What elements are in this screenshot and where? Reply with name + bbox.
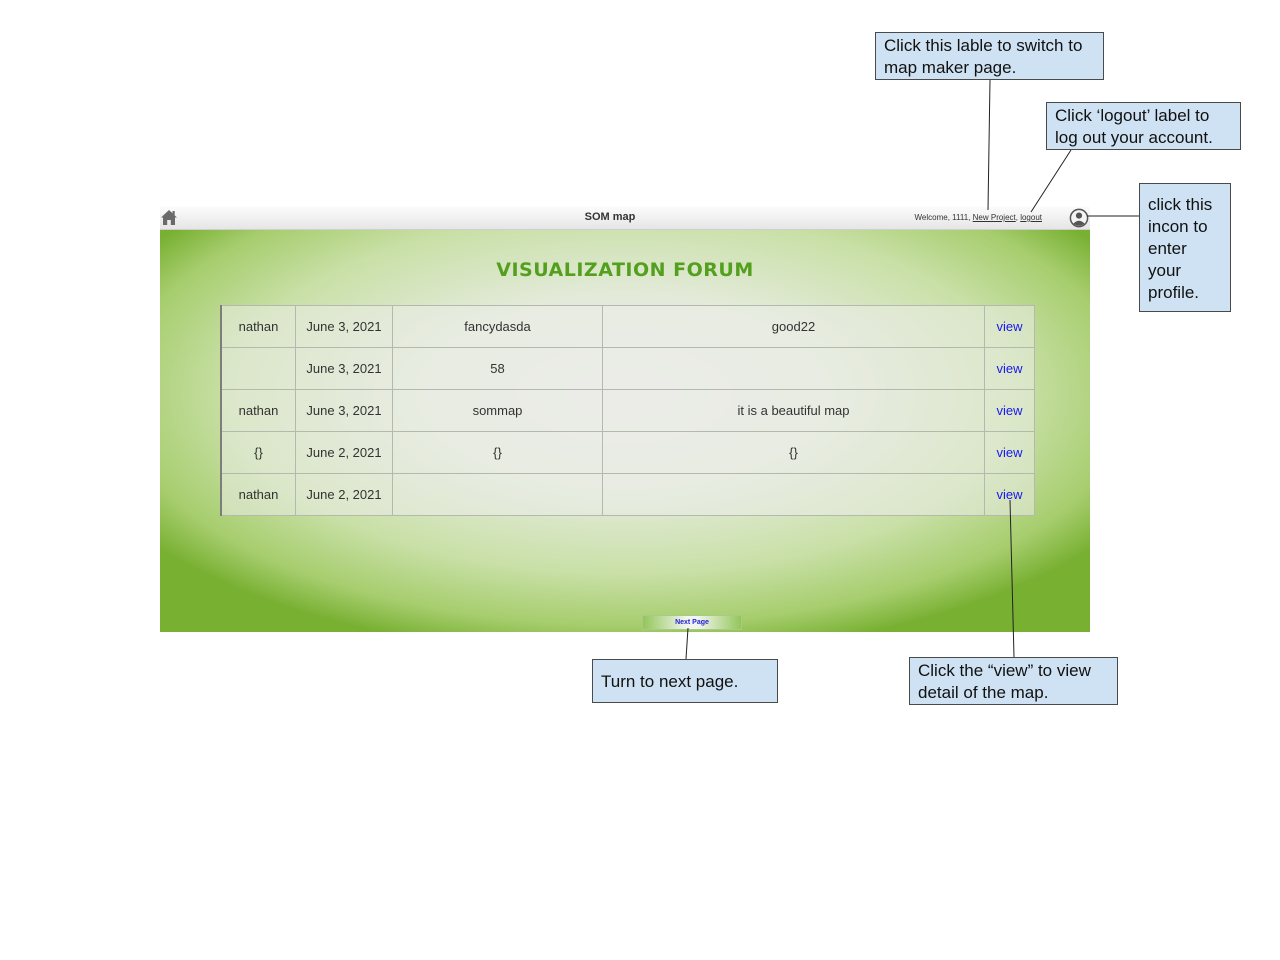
row-date: June 3, 2021 bbox=[295, 389, 393, 432]
table-row: nathan June 3, 2021 sommap it is a beaut… bbox=[220, 389, 1035, 432]
forum-title: VISUALIZATION FORUM bbox=[496, 259, 754, 281]
new-project-link[interactable]: New Project bbox=[973, 213, 1016, 222]
row-title: sommap bbox=[392, 389, 603, 432]
welcome-text: Welcome, 1111, bbox=[914, 213, 971, 222]
row-title bbox=[392, 473, 603, 516]
row-title: 58 bbox=[392, 347, 603, 390]
annotation-next-page: Turn to next page. bbox=[592, 659, 778, 703]
table-row: nathan June 2, 2021 view bbox=[220, 473, 1035, 516]
row-description: good22 bbox=[602, 305, 985, 348]
row-view-cell: view bbox=[984, 431, 1035, 474]
row-title: fancydasda bbox=[392, 305, 603, 348]
view-link[interactable]: view bbox=[996, 445, 1022, 460]
top-bar: SOM map Welcome, 1111, New Project, logo… bbox=[160, 207, 1090, 230]
view-link[interactable]: view bbox=[996, 361, 1022, 376]
row-view-cell: view bbox=[984, 305, 1035, 348]
annotation-profile: click this incon to enter your profile. bbox=[1139, 183, 1231, 312]
user-area: Welcome, 1111, New Project, logout bbox=[914, 213, 1043, 222]
row-user bbox=[220, 347, 296, 390]
annotation-new-project: Click this lable to switch to map maker … bbox=[875, 32, 1104, 80]
connector-next-page bbox=[685, 627, 689, 660]
row-title: {} bbox=[392, 431, 603, 474]
row-description bbox=[602, 347, 985, 390]
table-row: nathan June 3, 2021 fancydasda good22 vi… bbox=[220, 305, 1035, 348]
row-date: June 3, 2021 bbox=[295, 347, 393, 390]
row-description: it is a beautiful map bbox=[602, 389, 985, 432]
annotation-logout: Click ‘logout’ label to log out your acc… bbox=[1046, 102, 1241, 150]
row-user: nathan bbox=[220, 473, 296, 516]
next-page-button[interactable]: Next Page bbox=[642, 615, 742, 630]
connector-logout bbox=[1030, 149, 1072, 213]
row-description bbox=[602, 473, 985, 516]
logout-link[interactable]: logout bbox=[1020, 213, 1042, 222]
row-view-cell: view bbox=[984, 389, 1035, 432]
row-date: June 2, 2021 bbox=[295, 473, 393, 516]
view-link[interactable]: view bbox=[996, 319, 1022, 334]
row-date: June 2, 2021 bbox=[295, 431, 393, 474]
som-map-app: SOM map Welcome, 1111, New Project, logo… bbox=[160, 207, 1090, 632]
row-view-cell: view bbox=[984, 347, 1035, 390]
row-view-cell: view bbox=[984, 473, 1035, 516]
row-user: nathan bbox=[220, 305, 296, 348]
view-link[interactable]: view bbox=[996, 487, 1022, 502]
view-link[interactable]: view bbox=[996, 403, 1022, 418]
table-row: June 3, 2021 58 view bbox=[220, 347, 1035, 390]
table-row: {} June 2, 2021 {} {} view bbox=[220, 431, 1035, 474]
row-user: {} bbox=[220, 431, 296, 474]
connector-new-project bbox=[987, 79, 991, 211]
user-circle-icon[interactable] bbox=[1069, 208, 1089, 228]
row-description: {} bbox=[602, 431, 985, 474]
row-user: nathan bbox=[220, 389, 296, 432]
forum-table: nathan June 3, 2021 fancydasda good22 vi… bbox=[220, 305, 1035, 516]
row-date: June 3, 2021 bbox=[295, 305, 393, 348]
annotation-view: Click the “view” to view detail of the m… bbox=[909, 657, 1118, 705]
